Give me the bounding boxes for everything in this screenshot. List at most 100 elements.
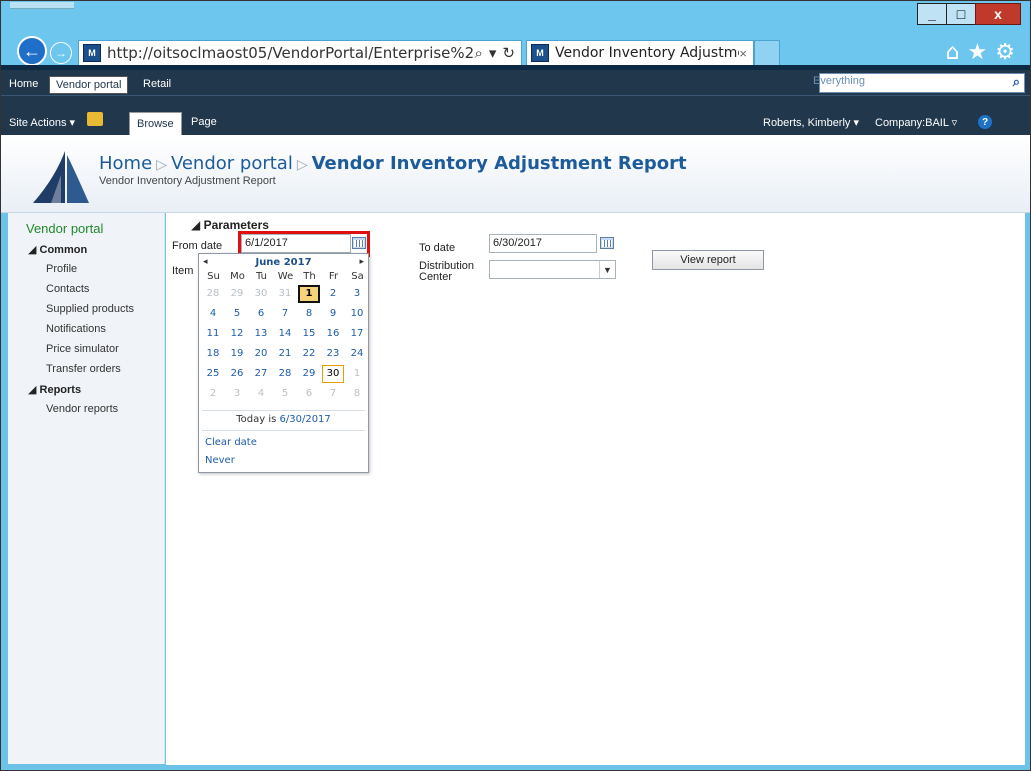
to-date-calendar-icon[interactable] xyxy=(600,237,614,249)
leftnav-item-price-simulator[interactable]: Price simulator xyxy=(46,343,119,355)
calendar-day-cell[interactable]: 1 xyxy=(298,285,320,303)
arrow-right-icon: → xyxy=(55,46,67,60)
calendar-day-cell[interactable]: 2 xyxy=(202,385,224,403)
refresh-icon[interactable]: ↻ xyxy=(502,44,515,62)
calendar-day-cell[interactable]: 28 xyxy=(274,365,296,383)
leftnav-header[interactable]: Vendor portal xyxy=(26,221,103,236)
leftnav-item-supplied-products[interactable]: Supplied products xyxy=(46,303,134,315)
calendar-day-cell[interactable]: 26 xyxy=(226,365,248,383)
calendar-day-cell[interactable]: 8 xyxy=(346,385,368,403)
tab-close-icon[interactable]: × xyxy=(739,46,747,61)
calendar-day-cell[interactable]: 3 xyxy=(226,385,248,403)
topnav-home[interactable]: Home xyxy=(3,76,44,92)
calendar-day-cell[interactable]: 9 xyxy=(322,305,344,323)
maximize-button[interactable]: □ xyxy=(946,3,976,25)
calendar-day-cell[interactable]: 11 xyxy=(202,325,224,343)
calendar-day-cell[interactable]: 31 xyxy=(274,285,296,303)
calendar-day-cell[interactable]: 15 xyxy=(298,325,320,343)
leftnav-item-contacts[interactable]: Contacts xyxy=(46,283,89,295)
calendar-day-cell[interactable]: 1 xyxy=(346,365,368,383)
topnav-vendor-portal[interactable]: Vendor portal xyxy=(49,76,129,94)
calendar-day-cell[interactable]: 30 xyxy=(322,365,344,383)
never-link[interactable]: Never xyxy=(205,455,235,466)
calendar-day-cell[interactable]: 22 xyxy=(298,345,320,363)
view-report-button[interactable]: View report xyxy=(652,250,764,270)
calendar-day-cell[interactable]: 17 xyxy=(346,325,368,343)
next-month-icon[interactable]: ▸ xyxy=(359,257,364,267)
calendar-day-cell[interactable]: 7 xyxy=(322,385,344,403)
calendar-day-cell[interactable]: 24 xyxy=(346,345,368,363)
calendar-day-cell[interactable]: 7 xyxy=(274,305,296,323)
calendar-day-cell[interactable]: 5 xyxy=(226,305,248,323)
calendar-day-cell[interactable]: 27 xyxy=(250,365,272,383)
close-button[interactable]: x xyxy=(975,3,1021,25)
help-icon[interactable]: ? xyxy=(978,115,992,129)
calendar-dow-label: Th xyxy=(303,271,316,282)
calendar-header: ◂ June 2017 ▸ xyxy=(199,254,368,270)
new-tab-button[interactable] xyxy=(754,40,780,66)
breadcrumb-vendor-portal[interactable]: Vendor portal xyxy=(171,153,293,174)
settings-gear-icon[interactable]: ⚙ xyxy=(995,40,1015,65)
tab-page[interactable]: Page xyxy=(191,116,217,128)
calendar-day-cell[interactable]: 4 xyxy=(250,385,272,403)
site-actions-menu[interactable]: Site Actions ▾ xyxy=(9,116,75,129)
site-favicon-icon: M xyxy=(83,44,101,62)
favorites-star-icon[interactable]: ★ xyxy=(968,40,988,65)
parameters-section-header[interactable]: ◢ Parameters xyxy=(191,218,269,232)
distribution-center-select[interactable]: ▼ xyxy=(489,260,616,279)
calendar-day-cell[interactable]: 13 xyxy=(250,325,272,343)
leftnav-item-vendor-reports[interactable]: Vendor reports xyxy=(46,403,118,415)
browser-tab[interactable]: M Vendor Inventory Adjustme... × xyxy=(526,40,754,66)
calendar-day-cell[interactable]: 28 xyxy=(202,285,224,303)
prev-month-icon[interactable]: ◂ xyxy=(203,257,208,267)
dynamics-logo-icon xyxy=(33,151,89,203)
clear-date-link[interactable]: Clear date xyxy=(205,437,257,448)
browser-toolbar-icons: ⌂ ★ ⚙ xyxy=(946,40,1015,65)
leftnav-section-common[interactable]: ◢ Common xyxy=(28,243,87,256)
today-link[interactable]: 6/30/2017 xyxy=(280,414,331,425)
calendar-day-cell[interactable]: 12 xyxy=(226,325,248,343)
calendar-day-cell[interactable]: 18 xyxy=(202,345,224,363)
calendar-day-cell[interactable]: 20 xyxy=(250,345,272,363)
calendar-day-cell[interactable]: 29 xyxy=(298,365,320,383)
calendar-day-cell[interactable]: 21 xyxy=(274,345,296,363)
breadcrumb-home[interactable]: Home xyxy=(99,153,152,174)
folder-edit-icon[interactable] xyxy=(87,112,103,126)
search-icon[interactable]: ⌕ xyxy=(474,44,482,62)
calendar-day-cell[interactable]: 29 xyxy=(226,285,248,303)
search-scope-label: Everything xyxy=(813,75,865,87)
calendar-day-cell[interactable]: 6 xyxy=(250,305,272,323)
home-icon[interactable]: ⌂ xyxy=(946,40,960,65)
back-button[interactable]: ← xyxy=(17,36,47,66)
minimize-button[interactable]: _ xyxy=(917,3,947,25)
calendar-day-cell[interactable]: 6 xyxy=(298,385,320,403)
breadcrumb-separator-icon: ▷ xyxy=(156,157,167,173)
dropdown-arrow-icon[interactable]: ▾ xyxy=(489,44,497,62)
calendar-day-cell[interactable]: 3 xyxy=(346,285,368,303)
leftnav-item-notifications[interactable]: Notifications xyxy=(46,323,106,335)
address-bar[interactable]: M http://oitsoclmaost05/VendorPortal/Ent… xyxy=(78,40,522,66)
calendar-day-cell[interactable]: 5 xyxy=(274,385,296,403)
company-selector[interactable]: Company:BAIL ▿ xyxy=(875,116,957,129)
calendar-day-cell[interactable]: 25 xyxy=(202,365,224,383)
leftnav-item-profile[interactable]: Profile xyxy=(46,263,77,275)
topnav-retail[interactable]: Retail xyxy=(137,76,177,92)
calendar-day-cell[interactable]: 14 xyxy=(274,325,296,343)
calendar-day-cell[interactable]: 2 xyxy=(322,285,344,303)
leftnav-section-reports[interactable]: ◢ Reports xyxy=(28,383,81,396)
forward-button[interactable]: → xyxy=(50,42,72,64)
calendar-day-cell[interactable]: 10 xyxy=(346,305,368,323)
chevron-down-icon[interactable]: ▼ xyxy=(599,261,615,278)
to-date-input[interactable]: 6/30/2017 xyxy=(489,234,597,253)
user-menu[interactable]: Roberts, Kimberly ▾ xyxy=(763,116,859,129)
calendar-day-cell[interactable]: 16 xyxy=(322,325,344,343)
calendar-day-cell[interactable]: 23 xyxy=(322,345,344,363)
calendar-day-cell[interactable]: 19 xyxy=(226,345,248,363)
calendar-day-cell[interactable]: 8 xyxy=(298,305,320,323)
calendar-day-cell[interactable]: 4 xyxy=(202,305,224,323)
search-icon[interactable]: ⌕ xyxy=(1013,75,1020,90)
tab-browse[interactable]: Browse xyxy=(129,112,182,136)
url-text[interactable]: http://oitsoclmaost05/VendorPortal/Enter… xyxy=(107,44,474,62)
leftnav-item-transfer-orders[interactable]: Transfer orders xyxy=(46,363,121,375)
calendar-day-cell[interactable]: 30 xyxy=(250,285,272,303)
